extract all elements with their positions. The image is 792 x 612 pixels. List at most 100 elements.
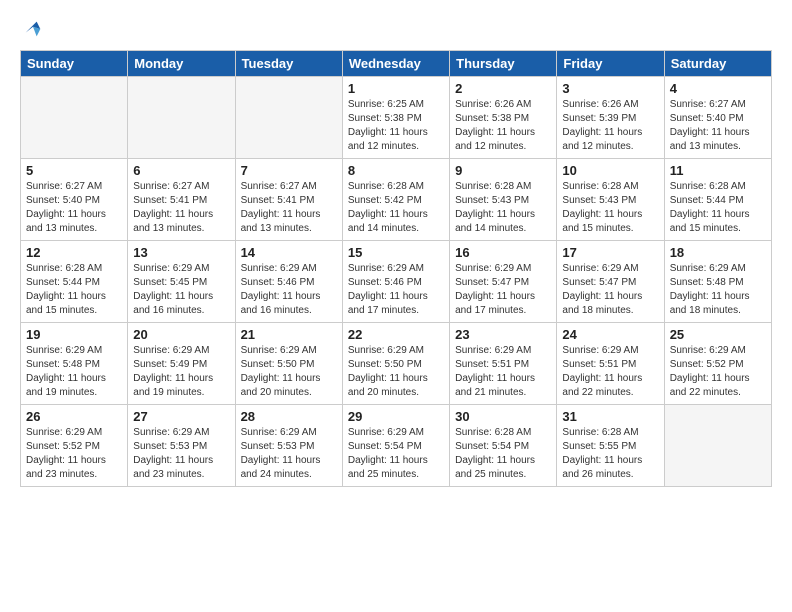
logo: [20, 18, 44, 40]
calendar-cell: [21, 77, 128, 159]
day-info: Sunrise: 6:28 AMSunset: 5:55 PMDaylight:…: [562, 426, 658, 482]
day-info: Sunrise: 6:29 AMSunset: 5:52 PMDaylight:…: [670, 344, 766, 400]
day-number: 19: [26, 327, 122, 342]
day-info: Sunrise: 6:29 AMSunset: 5:51 PMDaylight:…: [562, 344, 658, 400]
calendar: SundayMondayTuesdayWednesdayThursdayFrid…: [20, 50, 772, 487]
calendar-cell: 7 Sunrise: 6:27 AMSunset: 5:41 PMDaylight…: [235, 159, 342, 241]
day-info: Sunrise: 6:27 AMSunset: 5:40 PMDaylight:…: [26, 180, 122, 236]
day-number: 29: [348, 409, 444, 424]
week-row-2: 5 Sunrise: 6:27 AMSunset: 5:40 PMDaylight…: [21, 159, 772, 241]
calendar-cell: 6 Sunrise: 6:27 AMSunset: 5:41 PMDaylight…: [128, 159, 235, 241]
day-info: Sunrise: 6:29 AMSunset: 5:48 PMDaylight:…: [670, 262, 766, 318]
calendar-cell: 13 Sunrise: 6:29 AMSunset: 5:45 PMDayligh…: [128, 241, 235, 323]
day-number: 13: [133, 245, 229, 260]
calendar-cell: 23 Sunrise: 6:29 AMSunset: 5:51 PMDayligh…: [450, 323, 557, 405]
day-info: Sunrise: 6:29 AMSunset: 5:47 PMDaylight:…: [562, 262, 658, 318]
calendar-cell: 25 Sunrise: 6:29 AMSunset: 5:52 PMDayligh…: [664, 323, 771, 405]
calendar-cell: 17 Sunrise: 6:29 AMSunset: 5:47 PMDayligh…: [557, 241, 664, 323]
calendar-cell: [128, 77, 235, 159]
day-number: 6: [133, 163, 229, 178]
day-info: Sunrise: 6:28 AMSunset: 5:44 PMDaylight:…: [670, 180, 766, 236]
calendar-cell: 8 Sunrise: 6:28 AMSunset: 5:42 PMDaylight…: [342, 159, 449, 241]
calendar-cell: 20 Sunrise: 6:29 AMSunset: 5:49 PMDayligh…: [128, 323, 235, 405]
calendar-cell: 19 Sunrise: 6:29 AMSunset: 5:48 PMDayligh…: [21, 323, 128, 405]
calendar-cell: 12 Sunrise: 6:28 AMSunset: 5:44 PMDayligh…: [21, 241, 128, 323]
calendar-cell: 18 Sunrise: 6:29 AMSunset: 5:48 PMDayligh…: [664, 241, 771, 323]
day-number: 26: [26, 409, 122, 424]
day-info: Sunrise: 6:26 AMSunset: 5:39 PMDaylight:…: [562, 98, 658, 154]
logo-icon: [22, 18, 44, 40]
day-info: Sunrise: 6:29 AMSunset: 5:51 PMDaylight:…: [455, 344, 551, 400]
day-number: 22: [348, 327, 444, 342]
day-number: 25: [670, 327, 766, 342]
day-number: 10: [562, 163, 658, 178]
calendar-cell: 15 Sunrise: 6:29 AMSunset: 5:46 PMDayligh…: [342, 241, 449, 323]
week-row-3: 12 Sunrise: 6:28 AMSunset: 5:44 PMDayligh…: [21, 241, 772, 323]
day-info: Sunrise: 6:28 AMSunset: 5:42 PMDaylight:…: [348, 180, 444, 236]
day-info: Sunrise: 6:25 AMSunset: 5:38 PMDaylight:…: [348, 98, 444, 154]
day-info: Sunrise: 6:27 AMSunset: 5:41 PMDaylight:…: [241, 180, 337, 236]
day-number: 20: [133, 327, 229, 342]
day-number: 17: [562, 245, 658, 260]
day-info: Sunrise: 6:28 AMSunset: 5:54 PMDaylight:…: [455, 426, 551, 482]
calendar-cell: 11 Sunrise: 6:28 AMSunset: 5:44 PMDayligh…: [664, 159, 771, 241]
calendar-cell: 5 Sunrise: 6:27 AMSunset: 5:40 PMDaylight…: [21, 159, 128, 241]
calendar-cell: 28 Sunrise: 6:29 AMSunset: 5:53 PMDayligh…: [235, 405, 342, 487]
page: SundayMondayTuesdayWednesdayThursdayFrid…: [0, 0, 792, 497]
weekday-header-friday: Friday: [557, 51, 664, 77]
day-number: 28: [241, 409, 337, 424]
day-number: 12: [26, 245, 122, 260]
week-row-5: 26 Sunrise: 6:29 AMSunset: 5:52 PMDayligh…: [21, 405, 772, 487]
calendar-cell: 30 Sunrise: 6:28 AMSunset: 5:54 PMDayligh…: [450, 405, 557, 487]
calendar-cell: 14 Sunrise: 6:29 AMSunset: 5:46 PMDayligh…: [235, 241, 342, 323]
weekday-header-tuesday: Tuesday: [235, 51, 342, 77]
week-row-4: 19 Sunrise: 6:29 AMSunset: 5:48 PMDayligh…: [21, 323, 772, 405]
header: [20, 18, 772, 40]
day-info: Sunrise: 6:27 AMSunset: 5:41 PMDaylight:…: [133, 180, 229, 236]
weekday-header-row: SundayMondayTuesdayWednesdayThursdayFrid…: [21, 51, 772, 77]
weekday-header-thursday: Thursday: [450, 51, 557, 77]
day-number: 31: [562, 409, 658, 424]
day-number: 3: [562, 81, 658, 96]
day-number: 14: [241, 245, 337, 260]
weekday-header-sunday: Sunday: [21, 51, 128, 77]
day-info: Sunrise: 6:29 AMSunset: 5:47 PMDaylight:…: [455, 262, 551, 318]
calendar-cell: 16 Sunrise: 6:29 AMSunset: 5:47 PMDayligh…: [450, 241, 557, 323]
calendar-cell: 31 Sunrise: 6:28 AMSunset: 5:55 PMDayligh…: [557, 405, 664, 487]
day-number: 8: [348, 163, 444, 178]
day-info: Sunrise: 6:26 AMSunset: 5:38 PMDaylight:…: [455, 98, 551, 154]
week-row-1: 1Sunrise: 6:25 AMSunset: 5:38 PMDaylight…: [21, 77, 772, 159]
day-number: 7: [241, 163, 337, 178]
day-number: 2: [455, 81, 551, 96]
calendar-cell: 26 Sunrise: 6:29 AMSunset: 5:52 PMDayligh…: [21, 405, 128, 487]
calendar-cell: 10 Sunrise: 6:28 AMSunset: 5:43 PMDayligh…: [557, 159, 664, 241]
day-info: Sunrise: 6:28 AMSunset: 5:44 PMDaylight:…: [26, 262, 122, 318]
calendar-cell: 29Sunrise: 6:29 AMSunset: 5:54 PMDayligh…: [342, 405, 449, 487]
day-number: 11: [670, 163, 766, 178]
calendar-cell: [235, 77, 342, 159]
day-info: Sunrise: 6:29 AMSunset: 5:46 PMDaylight:…: [241, 262, 337, 318]
day-number: 23: [455, 327, 551, 342]
day-info: Sunrise: 6:29 AMSunset: 5:53 PMDaylight:…: [241, 426, 337, 482]
day-number: 5: [26, 163, 122, 178]
day-info: Sunrise: 6:29 AMSunset: 5:49 PMDaylight:…: [133, 344, 229, 400]
day-info: Sunrise: 6:29 AMSunset: 5:46 PMDaylight:…: [348, 262, 444, 318]
calendar-cell: 9Sunrise: 6:28 AMSunset: 5:43 PMDaylight…: [450, 159, 557, 241]
calendar-cell: 27Sunrise: 6:29 AMSunset: 5:53 PMDayligh…: [128, 405, 235, 487]
day-number: 15: [348, 245, 444, 260]
day-info: Sunrise: 6:29 AMSunset: 5:50 PMDaylight:…: [241, 344, 337, 400]
calendar-cell: 2 Sunrise: 6:26 AMSunset: 5:38 PMDaylight…: [450, 77, 557, 159]
day-info: Sunrise: 6:29 AMSunset: 5:48 PMDaylight:…: [26, 344, 122, 400]
day-info: Sunrise: 6:28 AMSunset: 5:43 PMDaylight:…: [562, 180, 658, 236]
day-info: Sunrise: 6:29 AMSunset: 5:53 PMDaylight:…: [133, 426, 229, 482]
day-info: Sunrise: 6:29 AMSunset: 5:52 PMDaylight:…: [26, 426, 122, 482]
calendar-cell: 3 Sunrise: 6:26 AMSunset: 5:39 PMDaylight…: [557, 77, 664, 159]
day-info: Sunrise: 6:29 AMSunset: 5:45 PMDaylight:…: [133, 262, 229, 318]
day-number: 16: [455, 245, 551, 260]
day-number: 30: [455, 409, 551, 424]
day-number: 18: [670, 245, 766, 260]
calendar-cell: 21Sunrise: 6:29 AMSunset: 5:50 PMDayligh…: [235, 323, 342, 405]
day-number: 9: [455, 163, 551, 178]
calendar-cell: 1Sunrise: 6:25 AMSunset: 5:38 PMDaylight…: [342, 77, 449, 159]
calendar-cell: [664, 405, 771, 487]
